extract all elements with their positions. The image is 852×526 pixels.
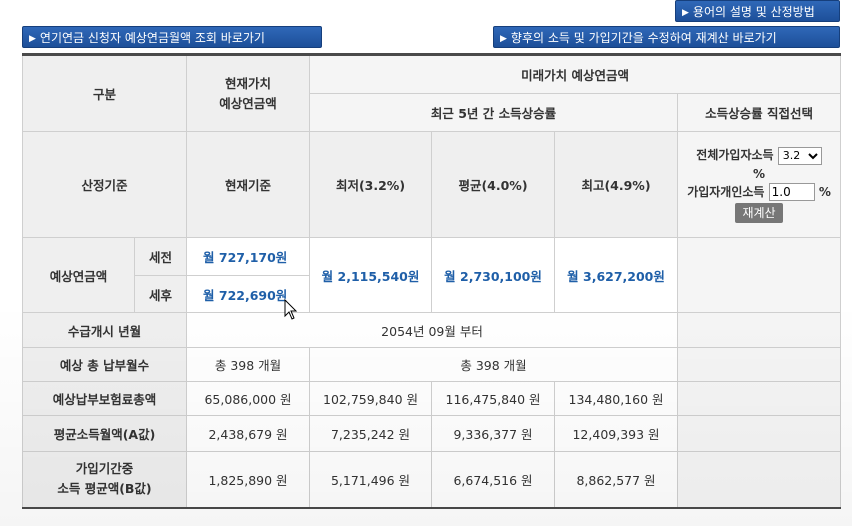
b-value-high: 8,862,577 원 bbox=[554, 451, 679, 508]
header-recent-growth: 최근 5년 간 소득상승률 bbox=[309, 93, 679, 132]
total-income-label: 전체가입자소득 bbox=[696, 148, 774, 162]
arrow-right-icon: ▶ bbox=[29, 34, 36, 44]
basis-current: 현재기준 bbox=[186, 131, 311, 238]
recalculate-button[interactable]: 재계산 bbox=[735, 203, 783, 223]
mouse-cursor-icon bbox=[284, 299, 298, 320]
pension-label: 예상연금액 bbox=[22, 237, 135, 313]
pension-pre-tax-current: 월 727,170원 bbox=[186, 237, 311, 276]
b-value-label: 가입기간중 소득 평균액(B값) bbox=[21, 451, 188, 508]
premium-current: 65,086,000 원 bbox=[186, 381, 311, 416]
recalc-link-label: 향후의 소득 및 가입기간을 수정하여 재계산 바로가기 bbox=[510, 31, 777, 45]
empty-cell bbox=[677, 312, 842, 348]
a-value-current: 2,438,679 원 bbox=[186, 415, 311, 452]
lookup-button-label: 연기연금 신청자 예상연금월액 조회 바로가기 bbox=[39, 31, 265, 45]
empty-cell bbox=[677, 381, 842, 416]
total-income-growth-select[interactable]: 3.2 bbox=[777, 146, 822, 165]
start-date-value: 2054년 09월 부터 bbox=[186, 312, 679, 348]
header-future-value: 미래가치 예상연금액 bbox=[309, 54, 842, 94]
b-value-current: 1,825,890 원 bbox=[186, 451, 311, 508]
a-value-high: 12,409,393 원 bbox=[554, 415, 679, 452]
b-value-label-line2: 소득 평균액(B값) bbox=[57, 481, 152, 497]
basis-avg: 평균(4.0%) bbox=[431, 131, 556, 238]
terms-button-label: 용어의 설명 및 산정방법 bbox=[692, 5, 815, 19]
b-value-label-line1: 가입기간중 bbox=[75, 461, 134, 477]
empty-cell bbox=[677, 237, 842, 313]
b-value-low: 5,171,496 원 bbox=[309, 451, 433, 508]
empty-cell bbox=[677, 451, 842, 508]
basis-high: 최고(4.9%) bbox=[554, 131, 679, 238]
a-value-label: 평균소득월액(A값) bbox=[21, 415, 188, 452]
recalculate-link-button[interactable]: ▶ 향후의 소득 및 가입기간을 수정하여 재계산 바로가기 bbox=[493, 26, 840, 48]
post-tax-label: 세후 bbox=[133, 275, 188, 313]
header-direct-select: 소득상승률 직접선택 bbox=[677, 93, 842, 132]
arrow-right-icon: ▶ bbox=[500, 34, 507, 44]
arrow-right-icon: ▶ bbox=[682, 8, 689, 18]
pension-avg: 월 2,730,100원 bbox=[431, 237, 556, 313]
b-value-avg: 6,674,516 원 bbox=[431, 451, 556, 508]
header-current-value-line2: 예상연금액 bbox=[219, 95, 277, 111]
deferred-pension-lookup-button[interactable]: ▶ 연기연금 신청자 예상연금월액 조회 바로가기 bbox=[22, 26, 322, 48]
premium-total-label: 예상납부보험료총액 bbox=[21, 381, 188, 416]
pre-tax-label: 세전 bbox=[133, 237, 188, 276]
income-growth-controls: 전체가입자소득 3.2 % 가입자개인소득 % 재계산 bbox=[677, 131, 842, 238]
pension-high: 월 3,627,200원 bbox=[554, 237, 679, 313]
premium-high: 134,480,160 원 bbox=[554, 381, 679, 416]
header-category: 구분 bbox=[21, 54, 188, 132]
header-current-value-line1: 현재가치 bbox=[225, 75, 272, 91]
basis-low: 최저(3.2%) bbox=[309, 131, 433, 238]
premium-avg: 116,475,840 원 bbox=[431, 381, 556, 416]
header-current-value: 현재가치 예상연금액 bbox=[186, 54, 311, 132]
empty-cell bbox=[677, 415, 842, 452]
months-current: 총 398 개월 bbox=[186, 347, 311, 382]
percent-label: % bbox=[818, 184, 831, 199]
start-date-label: 수급개시 년월 bbox=[21, 312, 188, 348]
terms-explanation-button[interactable]: ▶ 용어의 설명 및 산정방법 bbox=[675, 0, 840, 22]
pension-low: 월 2,115,540원 bbox=[309, 237, 433, 313]
pension-estimate-table: 구분 현재가치 예상연금액 미래가치 예상연금액 최근 5년 간 소득상승률 소… bbox=[21, 53, 842, 509]
percent-label: % bbox=[753, 166, 766, 181]
personal-income-growth-input[interactable] bbox=[768, 183, 815, 201]
months-label: 예상 총 납부월수 bbox=[21, 347, 188, 382]
basis-label: 산정기준 bbox=[21, 131, 188, 238]
a-value-avg: 9,336,377 원 bbox=[431, 415, 556, 452]
empty-cell bbox=[677, 347, 842, 382]
months-future: 총 398 개월 bbox=[309, 347, 679, 382]
personal-income-label: 가입자개인소득 bbox=[687, 184, 765, 199]
premium-low: 102,759,840 원 bbox=[309, 381, 433, 416]
a-value-low: 7,235,242 원 bbox=[309, 415, 433, 452]
